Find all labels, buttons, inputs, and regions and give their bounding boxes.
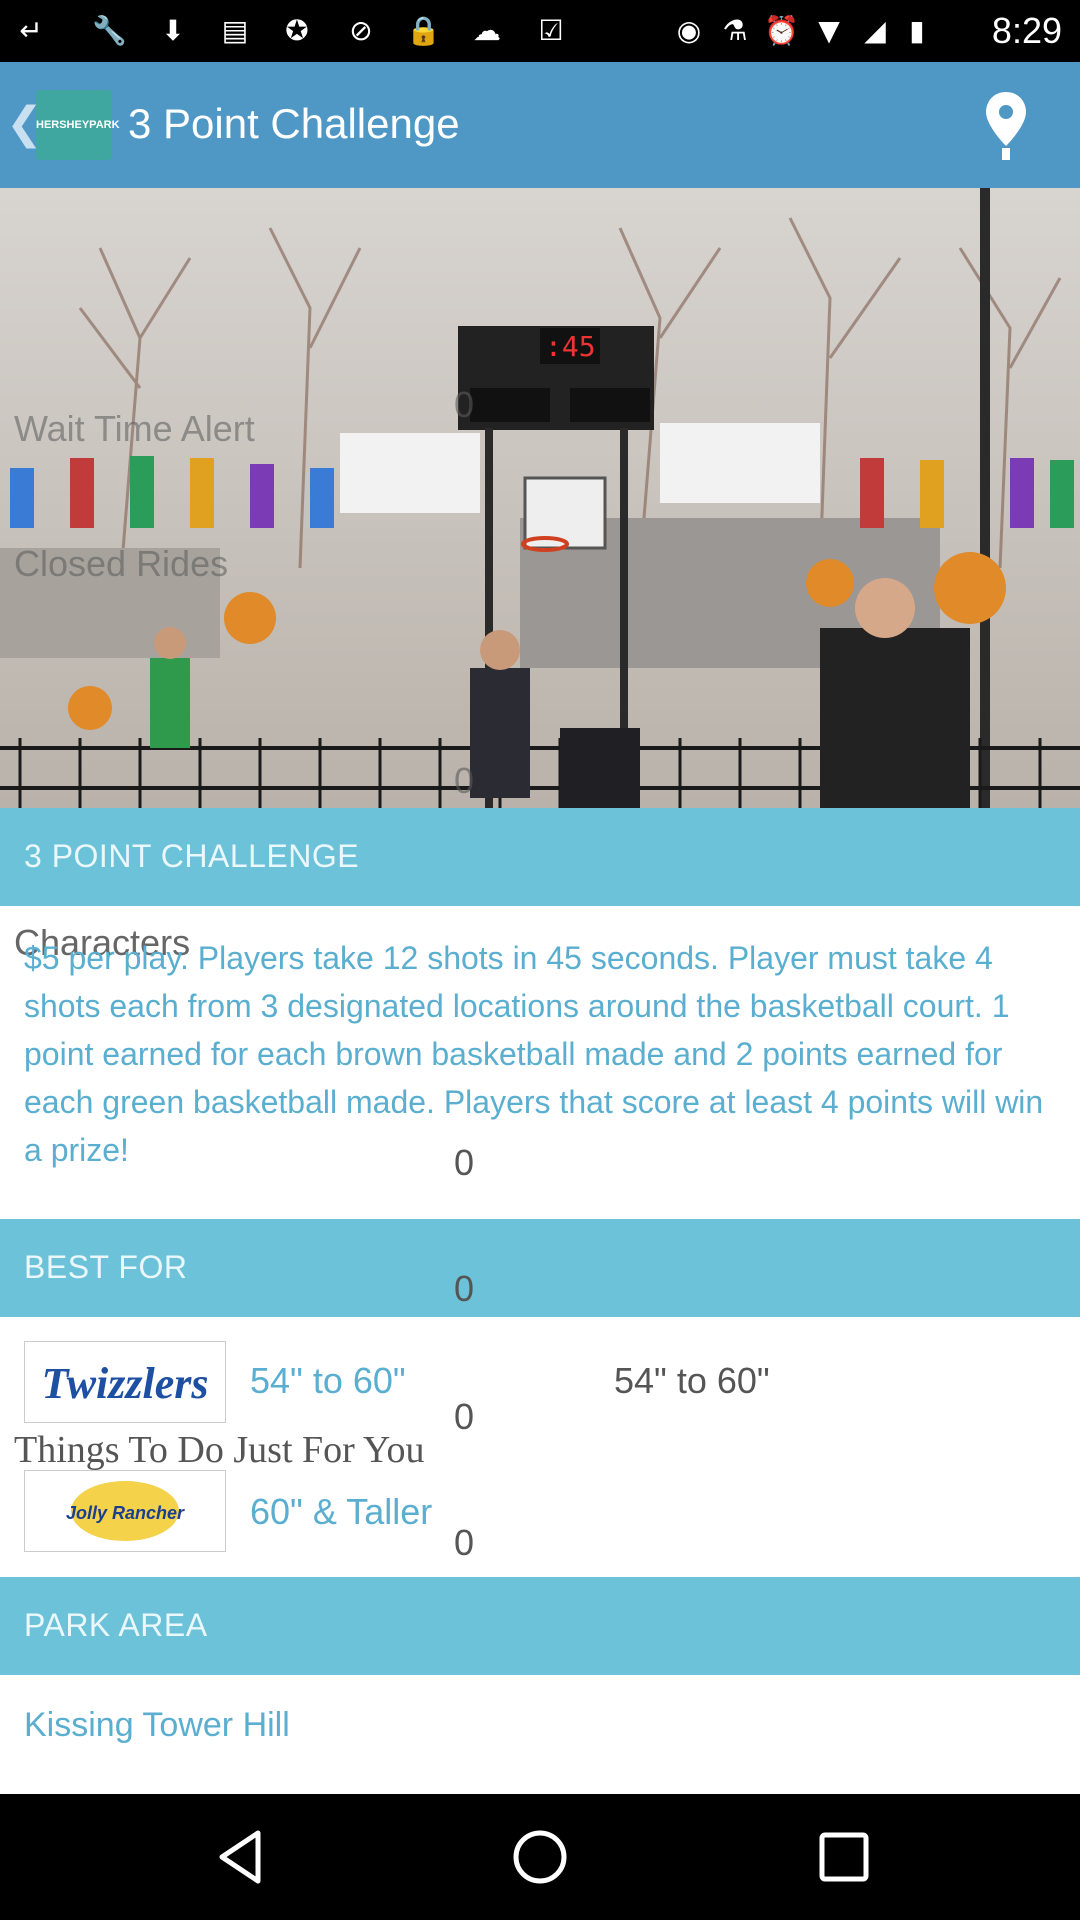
section-header-best-for: BEST FOR [0,1219,1080,1317]
back-triangle-icon[interactable] [210,1827,270,1887]
jolly-rancher-wordmark: Jolly Rancher [66,1503,185,1523]
map-pin-icon[interactable] [984,90,1028,162]
attraction-description: $5 per play. Players take 12 shots in 45… [24,940,1044,1168]
app-logo[interactable]: HERSHEYPARK [36,90,120,160]
wrench-icon: 🔧 [92,14,127,47]
height-range-2: 60" & Taller [250,1491,433,1532]
bluetooth-icon: ⚗ [722,14,748,47]
status-time: 8:29 [991,10,1062,51]
logo-text: HERSHEYPARK [36,119,120,131]
svg-text::45: :45 [545,330,596,363]
wait-count: 0 [454,384,475,425]
twizzlers-logo: Twizzlers [24,1341,226,1423]
section-header-3-point-challenge: 3 POINT CHALLENGE [0,808,1080,906]
location-icon: ◉ [676,14,702,47]
section-label: PARK AREA [24,1607,208,1643]
alarm-icon: ⏰ [764,14,799,47]
park-area-link[interactable]: Kissing Tower Hill [24,1706,290,1745]
home-circle-icon[interactable] [510,1827,570,1887]
recents-square-icon[interactable] [814,1827,874,1887]
section-header-park-area: PARK AREA [0,1577,1080,1675]
news-icon: ▤ [221,14,249,47]
wifi-icon: ▼ [818,14,840,47]
height-range-1-count: 0 [454,1396,475,1437]
do-not-disturb-icon: ⊘ [349,14,373,47]
battery-icon: ▮ [909,14,925,47]
height-range-1: 54" to 60" [250,1360,406,1401]
lock-icon: 🔒 [406,14,441,47]
wait-time-overlay-text: Wait Time Alert [14,408,255,449]
section-label: BEST FOR [24,1249,188,1285]
best-for-count: 0 [454,1268,475,1309]
height-range-2-count: 0 [454,1522,475,1563]
app-bar: ❮ HERSHEYPARK 3 Point Challenge [0,62,1080,188]
twizzlers-wordmark: Twizzlers [41,1359,208,1408]
checklist-icon: ☑ [538,14,564,47]
jolly-rancher-logo: Jolly Rancher [24,1470,226,1552]
cloud-icon: ☁ [473,14,501,47]
height-range-right: 54" to 60" [614,1360,770,1401]
description-count: 0 [454,1142,475,1183]
signal-icon: ◢ [864,14,886,47]
hero-image: :45 Wait Time Alert Closed Rides 0 0 [0,188,1080,808]
closed-count: 0 [454,760,475,801]
status-bar: ↵ 🔧 ⬇ ▤ ✪ ⊘ 🔒 ☁ ☑ ◉ ⚗ ⏰ ▼ ◢ ▮ 8:29 [0,0,1080,62]
download-icon: ⬇ [161,14,185,47]
section-label: 3 POINT CHALLENGE [24,838,360,874]
things-to-do-overlay-text: Things To Do Just For You [14,1429,425,1471]
closed-rides-overlay-text: Closed Rides [14,543,229,584]
system-nav-bar [0,1794,1080,1920]
fake-gps-icon: ✪ [285,14,309,47]
notification-icon: ↵ [19,14,43,47]
page-title: 3 Point Challenge [128,100,460,147]
